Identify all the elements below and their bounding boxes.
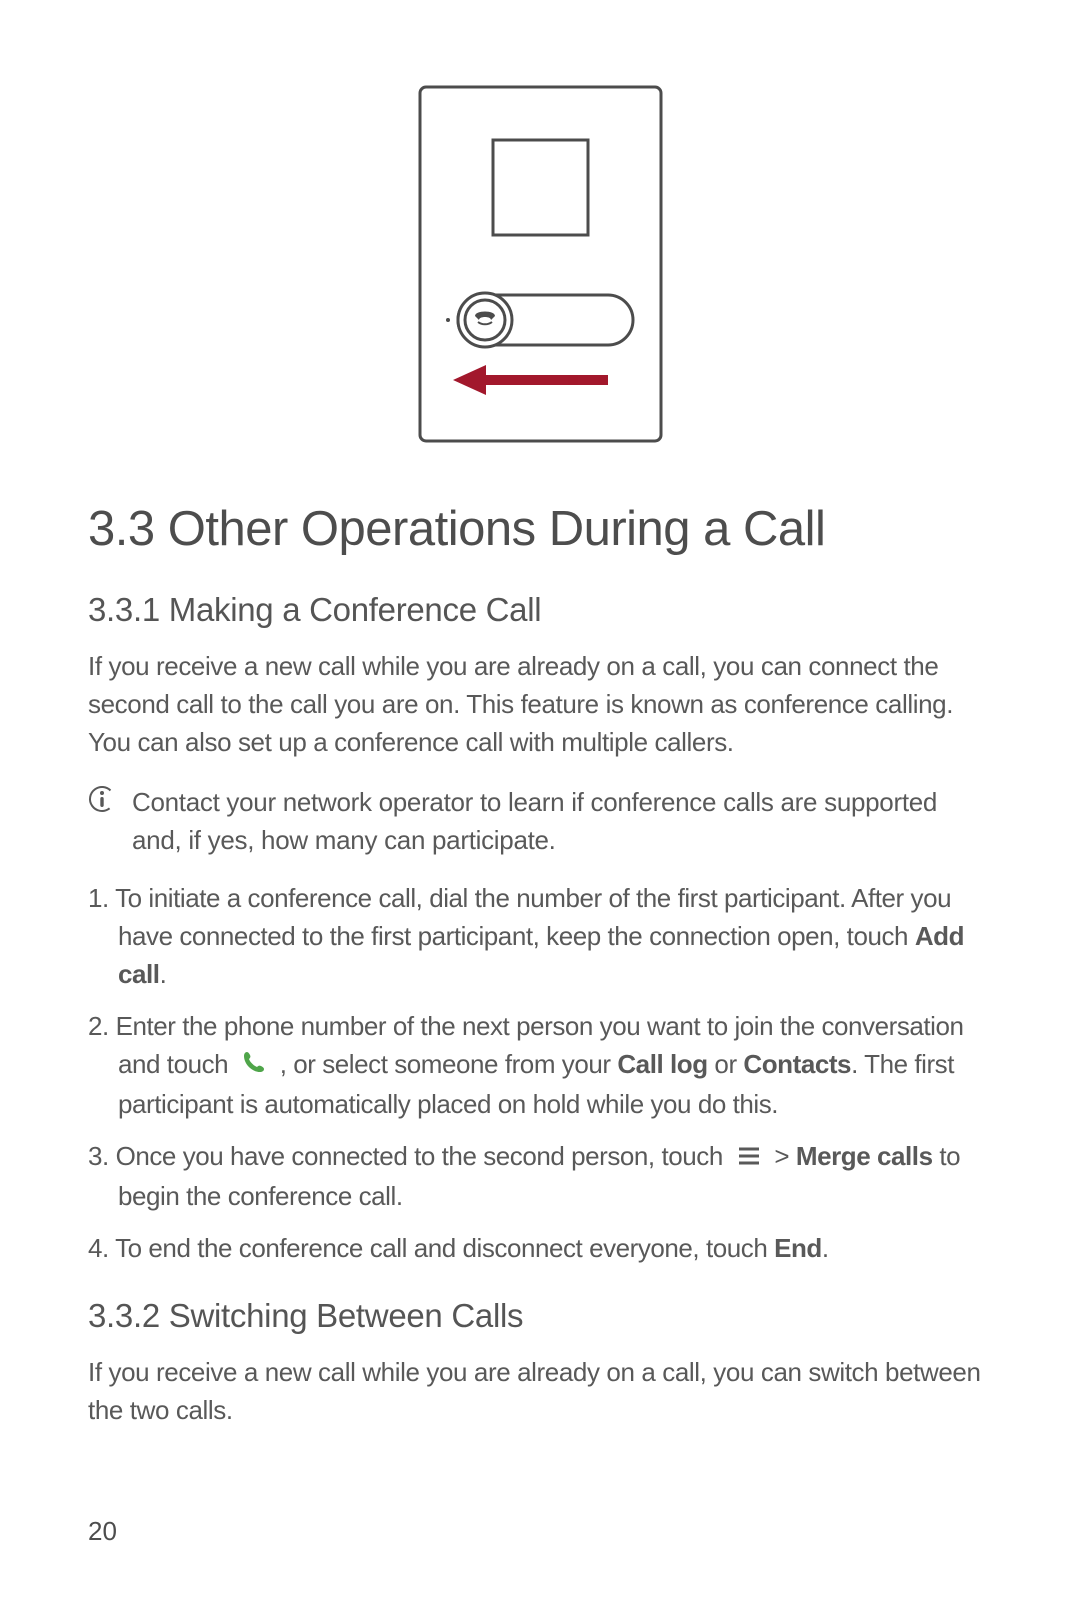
step-4-text-a: To end the conference call and disconnec…: [115, 1233, 774, 1263]
swipe-left-arrow-icon: [453, 365, 608, 395]
step-4-text-b: .: [822, 1233, 829, 1263]
end-label: End: [774, 1233, 822, 1263]
switching-intro-paragraph: If you receive a new call while you are …: [88, 1353, 992, 1429]
step-1: To initiate a conference call, dial the …: [88, 879, 992, 993]
step-2-text-c: or: [708, 1049, 744, 1079]
subsection-3-3-1-heading: 3.3.1 Making a Conference Call: [88, 591, 992, 629]
step-3: Once you have connected to the second pe…: [88, 1137, 992, 1215]
dial-icon: [241, 1047, 267, 1085]
step-3-text-b: >: [768, 1141, 796, 1171]
info-icon: [88, 783, 132, 813]
operator-note-text: Contact your network operator to learn i…: [132, 783, 992, 859]
phone-illustration: [418, 85, 663, 443]
step-2-text-b: , or select someone from your: [273, 1049, 617, 1079]
merge-calls-label: Merge calls: [796, 1141, 933, 1171]
contacts-label: Contacts: [743, 1049, 851, 1079]
step-1-text-b: .: [160, 959, 167, 989]
manual-page: 3.3 Other Operations During a Call 3.3.1…: [0, 0, 1080, 1617]
step-3-text-a: Once you have connected to the second pe…: [116, 1141, 730, 1171]
phone-svg: [418, 85, 663, 443]
call-log-label: Call log: [617, 1049, 707, 1079]
section-heading: 3.3 Other Operations During a Call: [88, 501, 992, 557]
page-number: 20: [88, 1516, 117, 1547]
step-1-text-a: To initiate a conference call, dial the …: [115, 883, 951, 951]
conference-steps: To initiate a conference call, dial the …: [88, 879, 992, 1267]
subsection-3-3-2-heading: 3.3.2 Switching Between Calls: [88, 1297, 992, 1335]
menu-icon: [736, 1139, 762, 1177]
step-2: Enter the phone number of the next perso…: [88, 1007, 992, 1123]
conference-intro-paragraph: If you receive a new call while you are …: [88, 647, 992, 761]
step-4: To end the conference call and disconnec…: [88, 1229, 992, 1267]
operator-note: Contact your network operator to learn i…: [88, 783, 992, 859]
